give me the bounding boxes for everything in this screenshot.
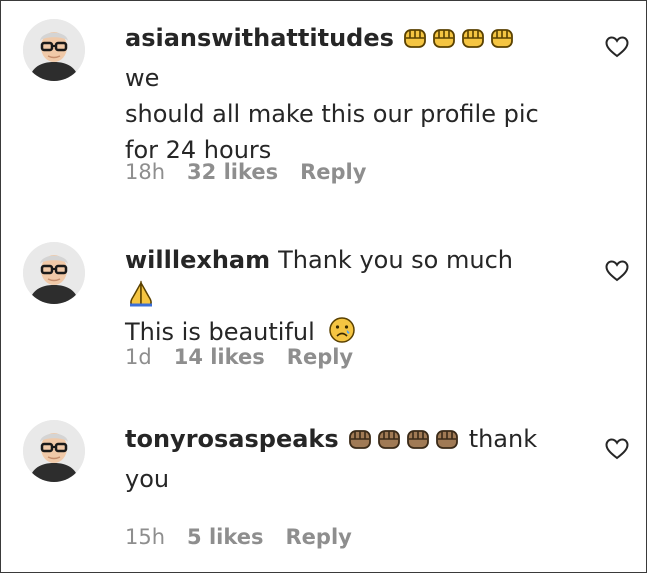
reply-button[interactable]: Reply xyxy=(300,160,366,184)
avatar[interactable] xyxy=(23,19,85,81)
raised-fist-icon xyxy=(377,430,400,449)
comment-body: asianswithattitudes we should all make t… xyxy=(125,20,545,168)
heart-icon[interactable] xyxy=(605,36,629,58)
heart-icon[interactable] xyxy=(605,260,629,282)
raised-fist-icon xyxy=(462,29,484,48)
comment-timestamp[interactable]: 1d xyxy=(125,345,152,369)
likes-count[interactable]: 5 likes xyxy=(187,525,263,549)
comment-meta: 1d 14 likes Reply xyxy=(125,343,375,371)
comment-username[interactable]: tonyrosaspeaks xyxy=(125,425,339,453)
comment-timestamp[interactable]: 18h xyxy=(125,160,165,184)
comment-meta: 15h 5 likes Reply xyxy=(125,523,374,551)
crying-face-icon xyxy=(329,317,356,343)
comment-username[interactable]: willlexham xyxy=(125,246,270,274)
comment-text: we xyxy=(125,64,160,92)
raised-fist-icon xyxy=(406,430,429,449)
raised-fist-emoji-row xyxy=(347,425,463,461)
comment-text: This is beautiful xyxy=(125,318,315,346)
raised-fist-icon xyxy=(491,29,513,48)
likes-count[interactable]: 14 likes xyxy=(174,345,265,369)
avatar[interactable] xyxy=(23,420,85,482)
comment-body: willlexham Thank you so much This is beau… xyxy=(125,242,545,350)
comment-text: Thank you so much xyxy=(278,246,513,274)
comment-text: you xyxy=(125,465,170,493)
comment-timestamp[interactable]: 15h xyxy=(125,525,165,549)
comment-text: thank xyxy=(468,425,538,453)
raised-fist-icon xyxy=(435,430,458,449)
raised-fist-emoji-row xyxy=(402,24,518,60)
reply-button[interactable]: Reply xyxy=(286,525,352,549)
folded-hands-icon xyxy=(130,280,152,307)
comment-text: should all make this our profile pic xyxy=(125,100,539,128)
heart-icon[interactable] xyxy=(605,438,629,460)
likes-count[interactable]: 32 likes xyxy=(187,160,278,184)
comments-panel: asianswithattitudes we should all make t… xyxy=(0,0,647,573)
raised-fist-icon xyxy=(404,29,426,48)
raised-fist-icon xyxy=(433,29,455,48)
raised-fist-icon xyxy=(348,430,371,449)
comment-meta: 18h 32 likes Reply xyxy=(125,158,388,186)
comment-body: tonyrosaspeaks thank you xyxy=(125,421,545,497)
comment-username[interactable]: asianswithattitudes xyxy=(125,24,394,52)
reply-button[interactable]: Reply xyxy=(287,345,353,369)
avatar[interactable] xyxy=(23,242,85,304)
